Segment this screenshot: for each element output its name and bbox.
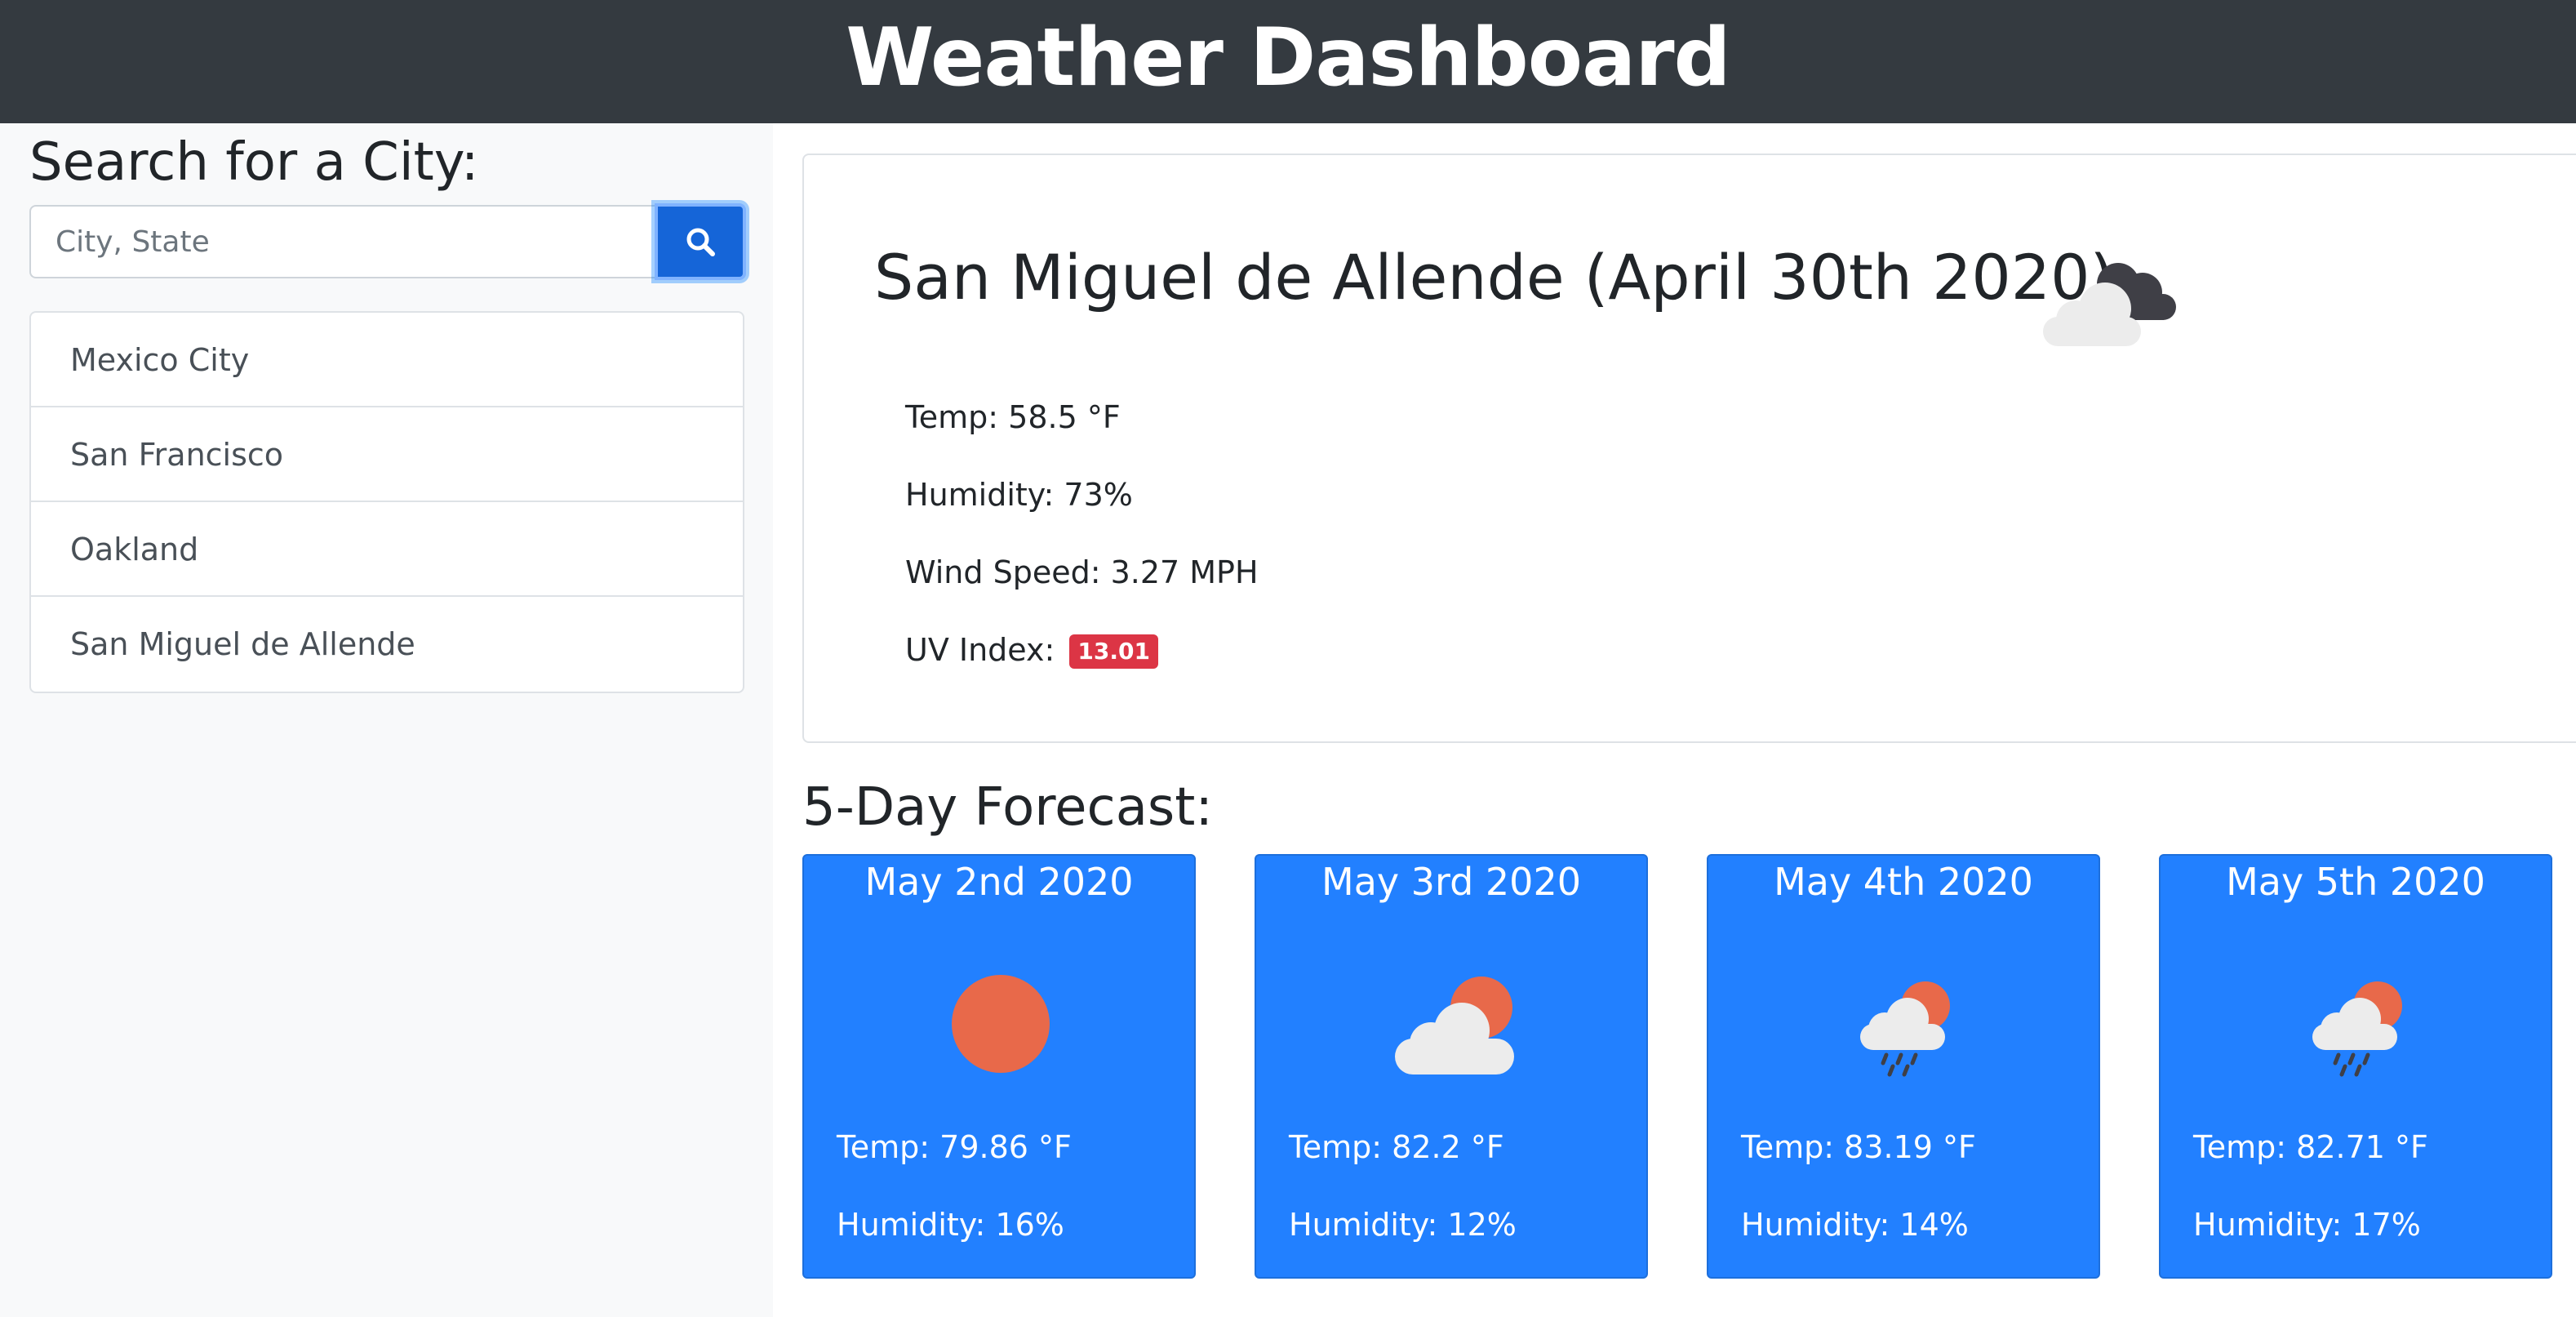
- forecast-temp: Temp: 82.2 °F: [1289, 1129, 1504, 1165]
- forecast-card: May 5th 2020 Temp: 82.71 °F Humidity: 17…: [2159, 854, 2552, 1279]
- search-button[interactable]: [655, 203, 746, 280]
- app-header: Weather Dashboard: [0, 0, 2576, 123]
- forecast-humidity: Humidity: 12%: [1289, 1207, 1517, 1243]
- forecast-temp: Temp: 79.86 °F: [837, 1129, 1072, 1165]
- forecast-card: May 3rd 2020 Temp: 82.2 °F Humidity: 12%: [1255, 854, 1648, 1279]
- forecast-humidity: Humidity: 14%: [1741, 1207, 1969, 1243]
- city-item-oakland[interactable]: Oakland: [31, 502, 743, 597]
- forecast-date: May 2nd 2020: [864, 860, 1134, 904]
- current-uv-index: UV Index: 13.01: [905, 630, 1158, 670]
- city-item-san-francisco[interactable]: San Francisco: [31, 407, 743, 502]
- forecast-heading: 5-Day Forecast:: [802, 777, 1213, 838]
- current-temp: Temp: 58.5 °F: [905, 399, 1121, 435]
- city-history-list: Mexico City San Francisco Oakland San Mi…: [29, 311, 744, 693]
- page-title: Weather Dashboard: [846, 11, 1730, 105]
- rain-sun-icon: [2312, 981, 2402, 1077]
- partly-cloudy-icon: [1395, 977, 1514, 1075]
- forecast-date: May 5th 2020: [2226, 860, 2485, 904]
- current-wind-speed: Wind Speed: 3.27 MPH: [905, 554, 1259, 590]
- search-heading: Search for a City:: [29, 132, 479, 193]
- city-item-san-miguel-de-allende[interactable]: San Miguel de Allende: [31, 597, 743, 692]
- sun-icon: [952, 975, 1050, 1073]
- uv-badge: 13.01: [1069, 634, 1158, 669]
- forecast-temp: Temp: 83.19 °F: [1741, 1129, 1976, 1165]
- current-humidity: Humidity: 73%: [905, 477, 1133, 513]
- rain-sun-icon: [1860, 981, 1950, 1077]
- forecast-date: May 4th 2020: [1774, 860, 2033, 904]
- cloud-broken-icon: [2043, 263, 2176, 346]
- forecast-card: May 2nd 2020 Temp: 79.86 °F Humidity: 16…: [802, 854, 1196, 1279]
- uv-label: UV Index:: [905, 632, 1055, 668]
- sidebar: Search for a City: Mexico City San Franc…: [0, 123, 773, 1317]
- search-group: [29, 203, 746, 280]
- city-search-input[interactable]: [29, 205, 655, 278]
- forecast-card: May 4th 2020 Temp: 83.19 °F Humidity: 14…: [1707, 854, 2100, 1279]
- forecast-humidity: Humidity: 17%: [2193, 1207, 2421, 1243]
- forecast-date: May 3rd 2020: [1321, 860, 1581, 904]
- forecast-humidity: Humidity: 16%: [837, 1207, 1064, 1243]
- current-weather-card: San Miguel de Allende (April 30th 2020) …: [802, 154, 2576, 743]
- search-icon: [686, 228, 715, 256]
- forecast-temp: Temp: 82.71 °F: [2193, 1129, 2428, 1165]
- city-item-mexico-city[interactable]: Mexico City: [31, 313, 743, 407]
- current-city-title: San Miguel de Allende (April 30th 2020): [874, 241, 2115, 314]
